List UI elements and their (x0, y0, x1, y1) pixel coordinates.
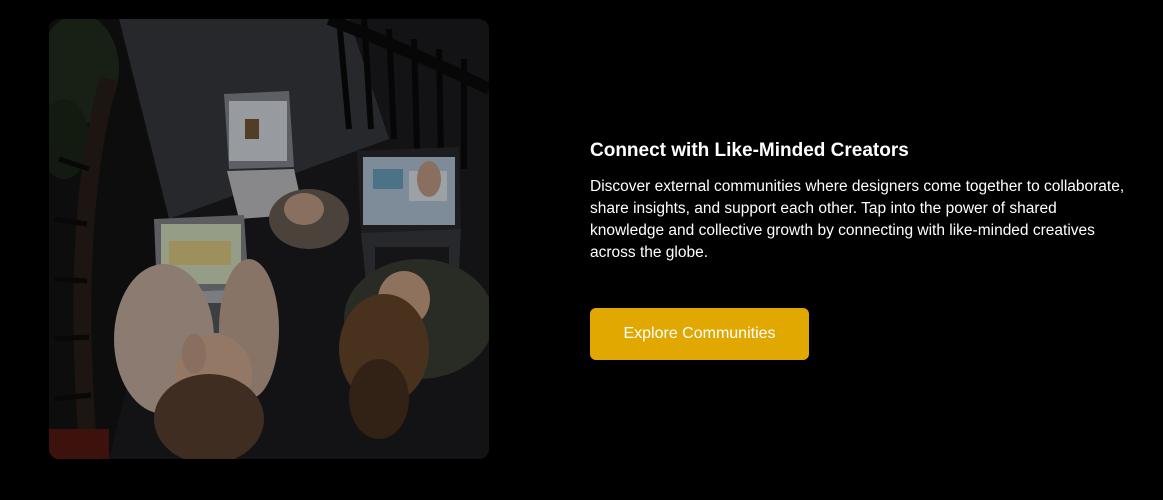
community-photo (49, 19, 489, 459)
section-heading: Connect with Like-Minded Creators (590, 140, 909, 161)
section-description: Discover external communities where desi… (590, 178, 1125, 261)
community-section: Connect with Like-Minded Creators Discov… (0, 0, 1163, 500)
explore-communities-button[interactable]: Explore Communities (590, 308, 809, 360)
photo-illustration (49, 19, 489, 459)
section-text: Connect with Like-Minded Creators Discov… (590, 138, 1130, 264)
